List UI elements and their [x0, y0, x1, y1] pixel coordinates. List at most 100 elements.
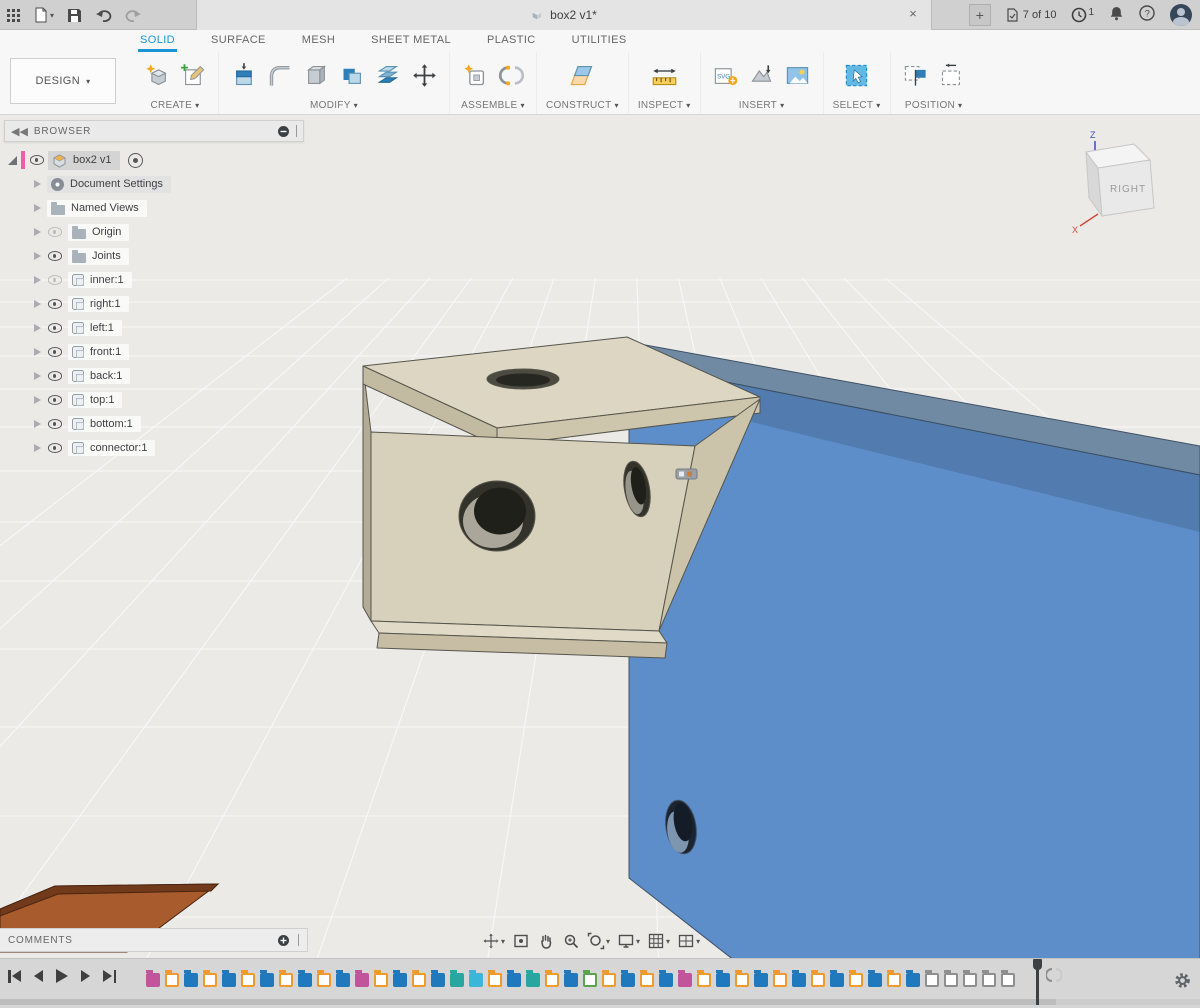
timeline-feature[interactable] — [982, 973, 996, 987]
file-menu-button[interactable]: ▾ — [34, 7, 54, 23]
fit-view-button[interactable]: ▾ — [587, 932, 610, 950]
timeline-feature[interactable] — [887, 973, 901, 987]
timeline-feature[interactable] — [260, 973, 274, 987]
timeline-scroll-thumb[interactable] — [0, 999, 1056, 1005]
ribbon-tab[interactable]: SOLID — [138, 32, 177, 52]
expand-arrow-icon[interactable] — [34, 252, 41, 260]
create-sketch-button[interactable] — [177, 58, 209, 92]
ribbon-section-label-insert[interactable]: INSERT▾ — [739, 98, 785, 114]
timeline-skip-start-button[interactable] — [8, 970, 21, 983]
expand-arrow-icon[interactable] — [34, 180, 41, 188]
timeline-play-button[interactable] — [56, 969, 68, 983]
new-tab-button[interactable]: + — [969, 4, 991, 26]
timeline-feature[interactable] — [222, 973, 236, 987]
timeline-feature[interactable] — [868, 973, 882, 987]
construct-plane-button[interactable] — [566, 58, 598, 92]
browser-item[interactable]: Document Settings — [4, 172, 304, 196]
job-status-button[interactable]: 1 — [1071, 7, 1094, 23]
new-component-button[interactable] — [459, 58, 491, 92]
browser-item[interactable]: connector:1 — [4, 436, 304, 460]
expand-arrow-icon[interactable] — [34, 420, 41, 428]
select-button[interactable] — [841, 58, 873, 92]
timeline-feature[interactable] — [792, 973, 806, 987]
undo-button[interactable] — [95, 8, 112, 23]
look-at-button[interactable] — [512, 932, 530, 950]
browser-item[interactable]: left:1 — [4, 316, 304, 340]
timeline-step-forward-button[interactable] — [81, 970, 90, 982]
timeline-feature[interactable] — [469, 973, 483, 987]
ribbon-section-label-modify[interactable]: MODIFY▾ — [310, 98, 358, 114]
expand-arrow-icon[interactable] — [34, 276, 41, 284]
viewcube[interactable]: Z RIGHT X — [1068, 126, 1198, 234]
insert-canvas-button[interactable] — [782, 58, 814, 92]
timeline-position-marker[interactable] — [1030, 959, 1044, 1005]
expand-arrow-icon[interactable] — [34, 396, 41, 404]
ribbon-section-label-position[interactable]: POSITION▾ — [905, 98, 963, 114]
timeline-feature[interactable] — [279, 973, 293, 987]
timeline-feature[interactable] — [925, 973, 939, 987]
browser-item[interactable]: Origin — [4, 220, 304, 244]
app-grid-menu-button[interactable] — [6, 8, 21, 23]
ribbon-section-label-assemble[interactable]: ASSEMBLE▾ — [461, 98, 525, 114]
press-pull-button[interactable] — [228, 58, 260, 92]
redo-button[interactable] — [125, 8, 142, 23]
bracket-front-face[interactable] — [371, 432, 695, 631]
mini-selection-tag[interactable] — [676, 469, 697, 479]
user-avatar[interactable] — [1170, 4, 1192, 26]
joint-button[interactable] — [495, 58, 527, 92]
timeline-feature[interactable] — [697, 973, 711, 987]
timeline-feature[interactable] — [678, 973, 692, 987]
visibility-eye-icon[interactable] — [47, 417, 62, 431]
add-comment-icon[interactable] — [277, 934, 290, 947]
timeline-feature[interactable] — [602, 973, 616, 987]
notifications-button[interactable] — [1109, 5, 1124, 26]
timeline-feature[interactable] — [906, 973, 920, 987]
save-button[interactable] — [67, 8, 82, 23]
comments-panel[interactable]: COMMENTS — [0, 928, 308, 952]
close-document-icon[interactable]: × — [905, 6, 921, 21]
browser-item[interactable]: Joints — [4, 244, 304, 268]
browser-item[interactable]: inner:1 — [4, 268, 304, 292]
viewports-button[interactable]: ▾ — [677, 932, 700, 950]
timeline-feature[interactable] — [203, 973, 217, 987]
timeline-feature[interactable] — [393, 973, 407, 987]
timeline-feature[interactable] — [811, 973, 825, 987]
timeline-feature[interactable] — [241, 973, 255, 987]
ribbon-section-label-construct[interactable]: CONSTRUCT▾ — [546, 98, 619, 114]
insert-mesh-button[interactable] — [746, 58, 778, 92]
browser-item[interactable]: front:1 — [4, 340, 304, 364]
timeline-feature[interactable] — [735, 973, 749, 987]
timeline-feature[interactable] — [317, 973, 331, 987]
visibility-eye-icon[interactable] — [29, 153, 44, 167]
browser-display-toggle-icon[interactable] — [277, 125, 290, 138]
ribbon-tab[interactable]: SHEET METAL — [369, 32, 453, 52]
timeline-feature[interactable] — [298, 973, 312, 987]
panel-resize-grip[interactable] — [296, 125, 297, 137]
timeline-feature[interactable] — [716, 973, 730, 987]
browser-item[interactable]: bottom:1 — [4, 412, 304, 436]
timeline-feature[interactable] — [830, 973, 844, 987]
timeline-feature[interactable] — [488, 973, 502, 987]
ribbon-tab[interactable]: UTILITIES — [570, 32, 629, 52]
expand-arrow-icon[interactable] — [34, 444, 41, 452]
timeline-feature[interactable] — [336, 973, 350, 987]
capture-position-button[interactable] — [900, 58, 932, 92]
expand-arrow-icon[interactable] — [34, 204, 41, 212]
timeline-feature[interactable] — [374, 973, 388, 987]
visibility-eye-icon[interactable] — [47, 345, 62, 359]
expand-arrow-icon[interactable] — [34, 372, 41, 380]
expand-arrow-icon[interactable] — [8, 156, 17, 165]
timeline-feature[interactable] — [146, 973, 160, 987]
timeline-feature[interactable] — [659, 973, 673, 987]
timeline-feature[interactable] — [944, 973, 958, 987]
version-status[interactable]: 7 of 10 — [1006, 8, 1057, 22]
shell-button[interactable] — [300, 58, 332, 92]
offset-face-button[interactable] — [372, 58, 404, 92]
timeline-feature[interactable] — [849, 973, 863, 987]
revert-position-button[interactable] — [936, 58, 968, 92]
timeline-feature[interactable] — [754, 973, 768, 987]
expand-arrow-icon[interactable] — [34, 324, 41, 332]
ribbon-tab[interactable]: MESH — [300, 32, 337, 52]
document-tab[interactable]: box2 v1* × — [196, 0, 932, 30]
zoom-tool-button[interactable] — [562, 932, 580, 950]
